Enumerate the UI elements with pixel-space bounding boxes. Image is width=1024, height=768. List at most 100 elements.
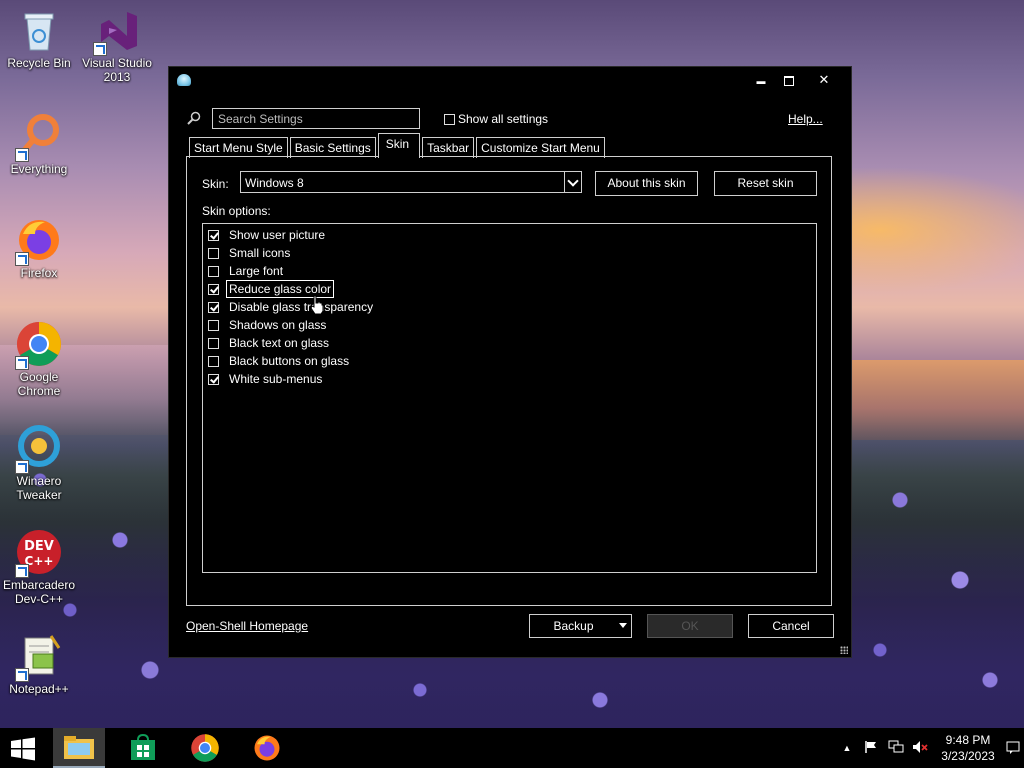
tab-basic-settings[interactable]: Basic Settings xyxy=(289,137,376,158)
desktop-icon-winaero-tweaker[interactable]: Winaero Tweaker xyxy=(1,424,77,502)
show-all-settings-checkbox[interactable]: Show all settings xyxy=(444,112,548,126)
checkbox-box[interactable] xyxy=(208,337,219,349)
taskbar-chrome[interactable] xyxy=(179,728,231,768)
desktop-icon-everything[interactable]: Everything xyxy=(1,112,77,176)
tab-customize-start-menu[interactable]: Customize Start Menu xyxy=(476,137,605,158)
checkbox-box[interactable] xyxy=(208,247,219,259)
chevron-down-icon[interactable] xyxy=(564,172,581,192)
skin-options-list: Show user picture Small icons Large font… xyxy=(202,223,817,573)
volume-muted-icon[interactable] xyxy=(912,740,928,757)
maximize-icon xyxy=(784,75,794,86)
skin-option-black-buttons-on-glass[interactable]: Black buttons on glass xyxy=(208,352,351,370)
start-button[interactable] xyxy=(8,737,38,761)
skin-option-shadows-on-glass[interactable]: Shadows on glass xyxy=(208,316,328,334)
cancel-button[interactable]: Cancel xyxy=(748,614,834,638)
tab-skin[interactable]: Skin xyxy=(377,133,421,158)
checkbox-box[interactable] xyxy=(208,265,219,277)
skin-options-label: Skin options: xyxy=(202,204,271,218)
shortcut-arrow-icon xyxy=(15,148,29,162)
checkbox-box[interactable] xyxy=(208,301,219,313)
network-icon[interactable] xyxy=(888,740,904,757)
firefox-icon xyxy=(15,216,63,266)
skin-option-show-user-picture[interactable]: Show user picture xyxy=(208,226,327,244)
open-shell-settings-dialog: ▬ ✕ Show all settings Help... Start Menu… xyxy=(168,66,852,658)
desktop-icon-notepadpp[interactable]: Notepad++ xyxy=(1,632,77,696)
close-icon: ✕ xyxy=(818,72,830,87)
checkbox-box[interactable] xyxy=(208,283,219,295)
shortcut-arrow-icon xyxy=(93,42,107,56)
shortcut-arrow-icon xyxy=(15,252,29,266)
skin-option-black-text-on-glass[interactable]: Black text on glass xyxy=(208,334,331,352)
hand-pointer-icon xyxy=(310,295,324,315)
taskbar: ▲ 9:48 PM 3/23/2023 xyxy=(0,728,1024,768)
wallpaper-lake-right xyxy=(850,360,1024,440)
desktop-icon-visual-studio[interactable]: Visual Studio 2013 xyxy=(79,6,155,84)
checkbox-box[interactable] xyxy=(444,113,455,125)
notifications-icon[interactable] xyxy=(1006,741,1020,758)
tab-start-menu-style[interactable]: Start Menu Style xyxy=(189,137,288,158)
maximize-button[interactable] xyxy=(774,71,804,89)
desktop-icon-label: Winaero Tweaker xyxy=(16,474,62,502)
desktop-icon-label: Everything xyxy=(10,162,68,176)
open-shell-app-icon xyxy=(177,74,191,86)
ok-button[interactable]: OK xyxy=(647,614,733,638)
shortcut-arrow-icon xyxy=(15,460,29,474)
taskbar-clock[interactable]: 9:48 PM 3/23/2023 xyxy=(938,732,998,764)
clock-time: 9:48 PM xyxy=(945,733,991,747)
about-this-skin-button[interactable]: About this skin xyxy=(595,171,698,196)
skin-option-white-sub-menus[interactable]: White sub-menus xyxy=(208,370,324,388)
everything-search-icon xyxy=(15,112,63,162)
desktop-icon-chrome[interactable]: Google Chrome xyxy=(1,320,77,398)
desktop-icon-devcpp[interactable]: DEV C++ Embarcadero Dev-C++ xyxy=(1,528,77,606)
file-explorer-icon xyxy=(64,736,94,759)
desktop-icon-label: Notepad++ xyxy=(9,682,69,696)
close-button[interactable]: ✕ xyxy=(809,71,839,89)
desktop-icon-firefox[interactable]: Firefox xyxy=(1,216,77,280)
action-center-flag-icon[interactable] xyxy=(864,740,878,757)
skin-option-small-icons[interactable]: Small icons xyxy=(208,244,292,262)
taskbar-file-explorer[interactable] xyxy=(53,728,105,768)
desktop-icon-label: Firefox xyxy=(20,266,58,280)
resize-grip-icon[interactable] xyxy=(840,646,848,654)
checkbox-box[interactable] xyxy=(208,355,219,367)
minimize-button[interactable]: ▬ xyxy=(746,71,776,89)
taskbar-firefox[interactable] xyxy=(241,728,293,768)
taskbar-store[interactable] xyxy=(117,728,169,768)
recycle-bin-icon xyxy=(15,6,63,54)
checkbox-box[interactable] xyxy=(208,319,219,331)
title-bar[interactable]: ▬ ✕ xyxy=(169,67,851,93)
skin-dropdown[interactable]: Windows 8 xyxy=(240,171,582,193)
system-tray: ▲ xyxy=(840,728,928,768)
backup-button[interactable]: Backup xyxy=(529,614,632,638)
shortcut-arrow-icon xyxy=(15,668,29,682)
tab-taskbar[interactable]: Taskbar xyxy=(422,137,475,158)
search-settings-input[interactable] xyxy=(212,108,420,129)
svg-text:DEV: DEV xyxy=(24,539,54,554)
checkbox-box[interactable] xyxy=(208,373,219,385)
desktop-icon-recycle-bin[interactable]: Recycle Bin xyxy=(1,6,77,70)
skin-label: Skin: xyxy=(202,177,229,191)
chrome-icon xyxy=(191,734,219,762)
help-link[interactable]: Help... xyxy=(788,112,823,126)
skin-option-large-font[interactable]: Large font xyxy=(208,262,285,280)
devcpp-icon: DEV C++ xyxy=(15,528,63,578)
checkbox-box[interactable] xyxy=(208,229,219,241)
dropdown-arrow-icon[interactable] xyxy=(619,623,627,628)
backup-button-label: Backup xyxy=(553,619,594,633)
open-shell-homepage-link[interactable]: Open-Shell Homepage xyxy=(186,619,308,633)
skin-option-label: White sub-menus xyxy=(229,372,323,386)
firefox-icon xyxy=(254,735,280,761)
desktop-icon-label: Visual Studio 2013 xyxy=(82,56,152,84)
desktop-icon-label: Google Chrome xyxy=(17,370,61,398)
skin-option-label: Black text on glass xyxy=(229,336,330,350)
clock-date: 3/23/2023 xyxy=(941,749,995,763)
skin-dropdown-value: Windows 8 xyxy=(245,176,304,190)
skin-option-label: Show user picture xyxy=(229,228,326,242)
skin-option-label: Black buttons on glass xyxy=(229,354,350,368)
skin-option-disable-glass-transparency[interactable]: Disable glass transparency xyxy=(208,298,375,316)
show-hidden-icons-chevron-icon[interactable]: ▲ xyxy=(840,743,854,753)
reset-skin-button[interactable]: Reset skin xyxy=(714,171,817,196)
store-icon xyxy=(131,734,155,760)
skin-option-label: Large font xyxy=(229,264,284,278)
desktop-icon-label: Recycle Bin xyxy=(7,56,71,70)
